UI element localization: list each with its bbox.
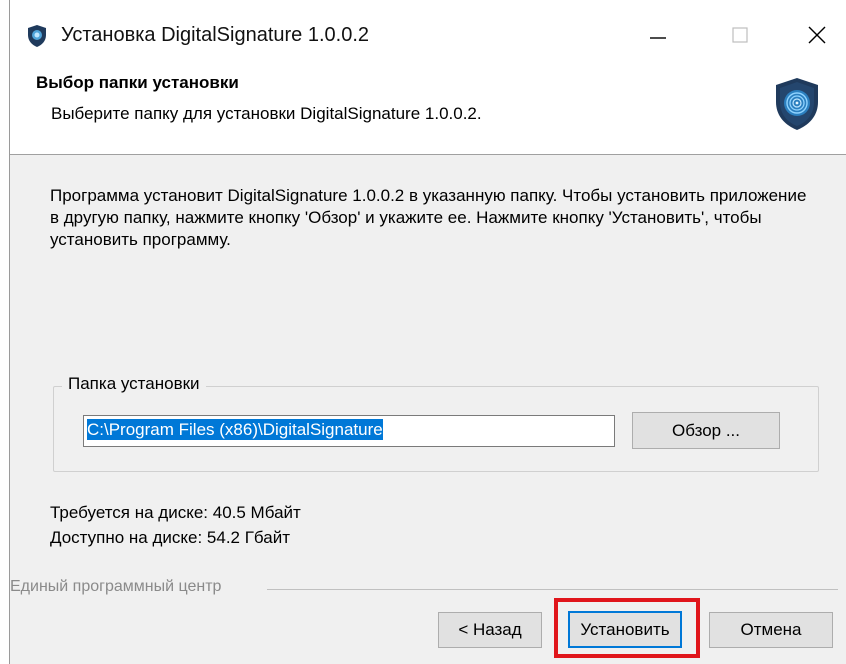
minimize-icon	[650, 37, 666, 39]
install-path-input[interactable]: C:\Program Files (x86)\DigitalSignature	[83, 415, 615, 447]
window-title: Установка DigitalSignature 1.0.0.2	[61, 24, 369, 46]
browse-button[interactable]: Обзор ...	[632, 412, 780, 449]
installer-window: Установка DigitalSignature 1.0.0.2 Выбор…	[9, 0, 846, 664]
page-subtitle: Выберите папку для установки DigitalSign…	[51, 104, 482, 123]
footer-brand: Единый программный центр	[10, 578, 222, 595]
disk-space-required: Требуется на диске: 40.5 Мбайт	[50, 503, 301, 522]
install-description: Программа установит DigitalSignature 1.0…	[50, 186, 807, 249]
close-button[interactable]	[787, 10, 846, 60]
install-path-text: C:\Program Files (x86)\DigitalSignature	[87, 419, 383, 440]
title-bar: Установка DigitalSignature 1.0.0.2	[10, 0, 846, 62]
page-title: Выбор папки установки	[36, 73, 239, 92]
footer-divider	[267, 589, 838, 590]
cancel-button[interactable]: Отмена	[709, 612, 833, 648]
install-folder-label: Папка установки	[62, 374, 206, 394]
shield-fingerprint-icon	[776, 78, 818, 130]
maximize-button[interactable]	[710, 10, 770, 60]
disk-space-available: Доступно на диске: 54.2 Гбайт	[50, 528, 291, 547]
minimize-button[interactable]	[628, 10, 688, 60]
close-icon	[808, 26, 826, 44]
maximize-icon	[732, 27, 748, 43]
install-button-highlight	[554, 598, 700, 658]
back-button[interactable]: < Назад	[438, 612, 542, 648]
page-header: Выбор папки установки Выберите папку для…	[10, 62, 846, 155]
app-shield-icon	[28, 25, 46, 47]
